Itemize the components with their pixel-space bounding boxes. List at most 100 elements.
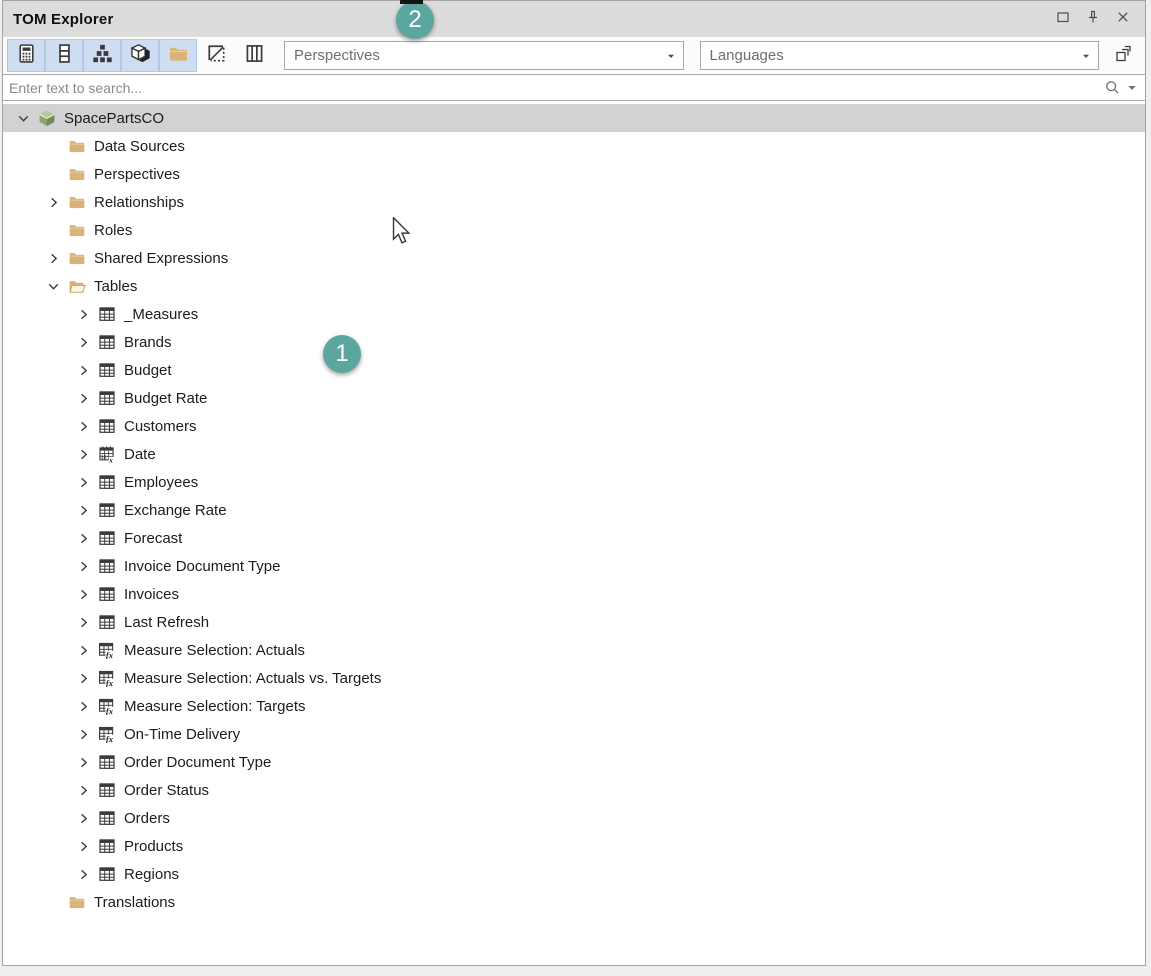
chevron-right-icon[interactable] — [71, 363, 95, 378]
chevron-down-icon — [663, 48, 679, 64]
tree-row[interactable]: 12xDate — [3, 440, 1145, 468]
svg-text:fx: fx — [106, 678, 114, 687]
chevron-right-icon[interactable] — [71, 867, 95, 882]
tree-row[interactable]: Regions — [3, 860, 1145, 888]
tree-row[interactable]: Forecast — [3, 524, 1145, 552]
chevron-right-icon[interactable] — [71, 335, 95, 350]
toggle-columns-button[interactable] — [45, 39, 83, 72]
tree-row[interactable]: _Measures — [3, 300, 1145, 328]
tree-row[interactable]: Employees — [3, 468, 1145, 496]
tree-item-label: Relationships — [94, 194, 184, 211]
chevron-right-icon[interactable] — [71, 475, 95, 490]
tree-row[interactable]: Shared Expressions — [3, 244, 1145, 272]
perspectives-dropdown[interactable]: Perspectives — [284, 41, 684, 70]
tree-item-label: Order Status — [124, 782, 209, 799]
tree-row[interactable]: Brands — [3, 328, 1145, 356]
folder-open-icon — [65, 277, 89, 295]
chevron-right-icon[interactable] — [71, 559, 95, 574]
tree-row[interactable]: Budget — [3, 356, 1145, 384]
chevron-right-icon[interactable] — [71, 419, 95, 434]
tree-item-label: Exchange Rate — [124, 502, 227, 519]
close-window-button[interactable] — [1111, 7, 1135, 31]
folder-icon — [65, 137, 89, 155]
tree-row[interactable]: Exchange Rate — [3, 496, 1145, 524]
search-options-caret-icon[interactable] — [1127, 83, 1137, 93]
chevron-right-icon[interactable] — [71, 811, 95, 826]
measures-icon — [16, 43, 37, 69]
perspectives-dropdown-value: Perspectives — [294, 47, 380, 64]
tree-row[interactable]: fxMeasure Selection: Actuals — [3, 636, 1145, 664]
tom-explorer-window: TOM Explorer Perspectives Languages — [2, 0, 1146, 966]
chevron-right-icon[interactable] — [71, 755, 95, 770]
chevron-right-icon[interactable] — [71, 307, 95, 322]
tree-row[interactable]: Products — [3, 832, 1145, 860]
tree-row[interactable]: Data Sources — [3, 132, 1145, 160]
chevron-right-icon[interactable] — [71, 531, 95, 546]
chevron-right-icon[interactable] — [71, 643, 95, 658]
tree-row[interactable]: fxOn-Time Delivery — [3, 720, 1145, 748]
chevron-down-icon[interactable] — [41, 279, 65, 294]
tree-row[interactable]: Invoices — [3, 580, 1145, 608]
close-icon — [1115, 9, 1131, 30]
search-icon[interactable] — [1104, 79, 1121, 96]
kpi-cube-icon — [130, 43, 151, 69]
table-icon — [95, 529, 119, 547]
chevron-right-icon[interactable] — [71, 587, 95, 602]
tree-row[interactable]: Customers — [3, 412, 1145, 440]
tree-row[interactable]: Roles — [3, 216, 1145, 244]
table-icon — [95, 557, 119, 575]
svg-text:fx: fx — [106, 706, 114, 715]
tree-row[interactable]: Last Refresh — [3, 608, 1145, 636]
chevron-right-icon[interactable] — [71, 671, 95, 686]
tree-item-label: Data Sources — [94, 138, 185, 155]
chevron-right-icon[interactable] — [41, 251, 65, 266]
tree-row[interactable]: fxMeasure Selection: Targets — [3, 692, 1145, 720]
tree-row[interactable]: fxMeasure Selection: Actuals vs. Targets — [3, 664, 1145, 692]
cascade-windows-button[interactable] — [1105, 41, 1141, 71]
chevron-right-icon[interactable] — [71, 503, 95, 518]
calculated-table-icon: fx — [95, 697, 119, 715]
tree-item-label: Last Refresh — [124, 614, 209, 631]
tree-item-label: On-Time Delivery — [124, 726, 240, 743]
tree-row[interactable]: Invoice Document Type — [3, 552, 1145, 580]
toolbar: Perspectives Languages — [3, 37, 1145, 74]
toggle-hierarchies-button[interactable] — [83, 39, 121, 72]
chevron-right-icon[interactable] — [41, 195, 65, 210]
chevron-right-icon[interactable] — [71, 839, 95, 854]
tree-row[interactable]: Relationships — [3, 188, 1145, 216]
chevron-right-icon[interactable] — [71, 447, 95, 462]
folder-icon — [65, 893, 89, 911]
tree-item-label: Budget — [124, 362, 172, 379]
float-window-button[interactable] — [1051, 7, 1075, 31]
search-input[interactable]: Enter text to search... — [3, 74, 1145, 101]
titlebar[interactable]: TOM Explorer — [3, 1, 1145, 37]
tree-row[interactable]: Order Document Type — [3, 748, 1145, 776]
toggle-display-folders-button[interactable] — [159, 39, 197, 72]
tree-row[interactable]: Orders — [3, 804, 1145, 832]
toggle-table-columns-button[interactable] — [235, 39, 273, 72]
tree-row[interactable]: Perspectives — [3, 160, 1145, 188]
chevron-right-icon[interactable] — [71, 699, 95, 714]
toggle-partitions-button[interactable] — [197, 39, 235, 72]
tree-row[interactable]: Order Status — [3, 776, 1145, 804]
tree-row[interactable]: Tables — [3, 272, 1145, 300]
tree-row[interactable]: Translations — [3, 888, 1145, 916]
chevron-right-icon[interactable] — [71, 727, 95, 742]
tree-row[interactable]: Budget Rate — [3, 384, 1145, 412]
tree-row[interactable]: SpacePartsCO — [3, 104, 1145, 132]
toggle-kpis-button[interactable] — [121, 39, 159, 72]
languages-dropdown[interactable]: Languages — [700, 41, 1100, 70]
pin-window-button[interactable] — [1081, 7, 1105, 31]
chevron-down-icon — [1078, 48, 1094, 64]
step-badge-1: 1 — [323, 335, 361, 373]
chevron-right-icon[interactable] — [71, 615, 95, 630]
model-tree: SpacePartsCO Data Sources Perspectives Rela… — [3, 101, 1145, 965]
display-folder-icon — [168, 43, 189, 69]
tree-item-label: Roles — [94, 222, 132, 239]
chevron-right-icon[interactable] — [71, 391, 95, 406]
chevron-down-icon[interactable] — [11, 111, 35, 126]
date-table-icon: 12x — [95, 445, 119, 463]
chevron-right-icon[interactable] — [71, 783, 95, 798]
folder-icon — [65, 221, 89, 239]
toggle-measures-button[interactable] — [7, 39, 45, 72]
